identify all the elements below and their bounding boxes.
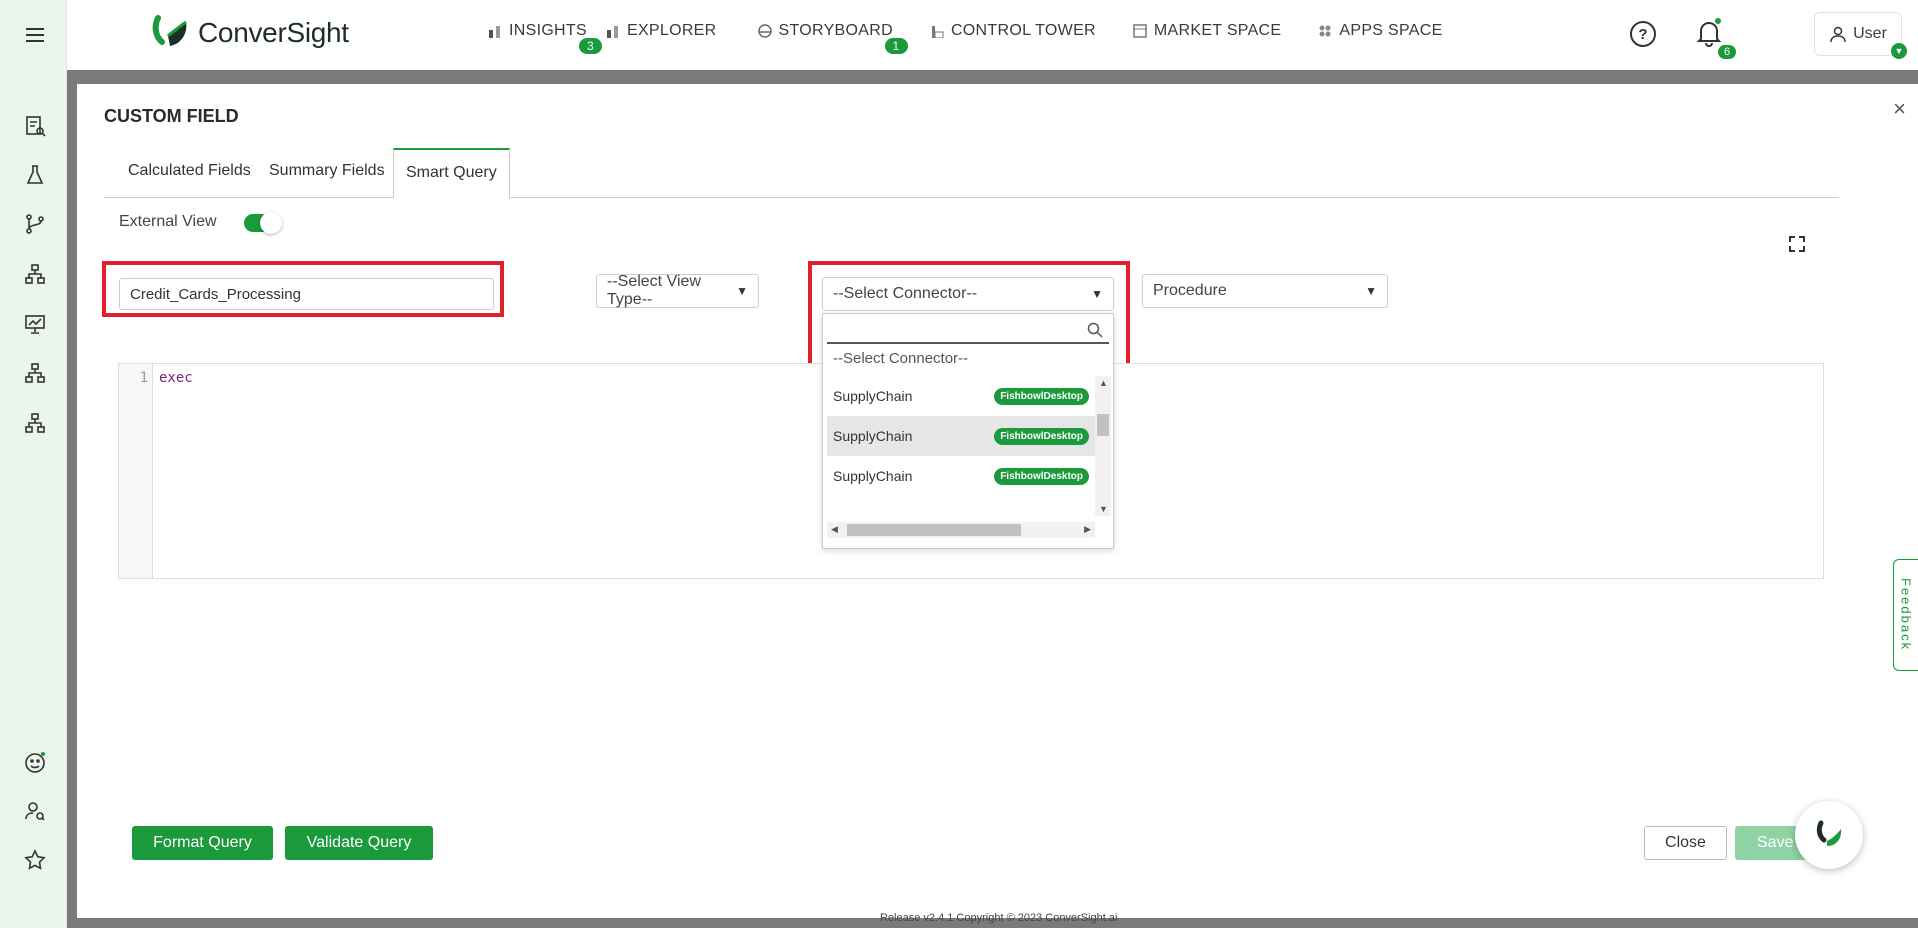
scroll-right-icon[interactable]: ▶ [1084,524,1091,535]
tab-smart-query[interactable]: Smart Query [393,148,510,199]
user-icon [1830,26,1846,43]
user-label: User [1853,25,1887,42]
line-number: 1 [119,364,153,578]
connector-tag-badge: FishbowlDesktop [994,387,1089,405]
conversight-logo-icon [1816,820,1842,846]
nav-explorer[interactable]: EXPLORER [605,22,717,40]
scroll-left-icon[interactable]: ◀ [831,524,838,535]
nav-control-tower[interactable]: CONTROL TOWER [929,22,1096,40]
connector-option-list: SupplyChain FishbowlDesktop SupplyChain … [827,376,1095,516]
connector-tag-badge: FishbowlDesktop [994,467,1089,485]
connector-option-name: SupplyChain [833,468,913,484]
connector-search-input[interactable] [827,316,1109,344]
caret-down-icon: ▼ [1365,284,1377,298]
chat-assistant-button[interactable] [1795,801,1863,869]
connector-tag-badge: FishbowlDesktop [994,427,1089,445]
modal-title: CUSTOM FIELD [104,106,239,126]
format-query-button[interactable]: Format Query [132,826,273,860]
connector-option[interactable]: SupplyChain FishbowlDesktop [827,456,1095,496]
nav-apps-space[interactable]: APPS SPACE [1317,22,1442,40]
user-menu[interactable]: User ▼ [1814,12,1907,59]
scroll-down-icon[interactable]: ▼ [1099,504,1108,514]
nav-label: APPS SPACE [1339,22,1443,39]
star-icon[interactable] [20,846,50,874]
hamburger-menu-icon[interactable] [20,21,50,49]
close-button[interactable]: Close [1644,826,1727,860]
view-type-select[interactable]: --Select View Type-- ▼ [596,273,759,308]
nav-storyboard[interactable]: STORYBOARD 1 [757,22,908,54]
nav-insights[interactable]: INSIGHTS 3 [487,22,602,54]
nav-label: STORYBOARD [778,22,893,39]
view-name-input[interactable]: Credit_Cards_Processing [119,278,494,310]
connector-label: --Select Connector-- [833,285,978,302]
connector-select[interactable]: --Select Connector-- ▼ [822,277,1114,311]
svg-text:?: ? [1638,26,1647,43]
apps-grid-icon [1317,23,1333,39]
chevron-down-icon: ▼ [1891,43,1907,59]
connector-option[interactable]: SupplyChain FishbowlDesktop [827,376,1095,416]
scroll-thumb[interactable] [1097,414,1109,436]
hierarchy-icon[interactable] [20,260,50,288]
search-icon [1087,322,1103,338]
connector-option[interactable]: SupplyChain FishbowlDesktop [827,416,1095,456]
scroll-thumb[interactable] [847,524,1021,536]
external-view-label: External View [119,213,217,230]
presentation-chart-icon[interactable] [20,310,50,338]
tab-bar: Calculated Fields Summary Fields Smart Q… [104,148,1839,199]
brand-name: ConverSight [198,17,349,48]
flask-icon[interactable] [20,161,50,189]
help-icon[interactable]: ? [1628,19,1658,54]
brand-logo[interactable]: ConverSight [152,14,349,52]
nav-market-space[interactable]: MARKET SPACE [1132,22,1281,40]
procedure-label: Procedure [1153,282,1227,299]
external-view-toggle[interactable] [244,212,282,234]
custom-field-modal: CUSTOM FIELD × Calculated Fields Summary… [77,84,1918,918]
assistant-face-icon[interactable] [20,748,50,776]
hierarchy-icon-2[interactable] [20,359,50,387]
code-text[interactable]: exec [159,370,193,386]
scroll-up-icon[interactable]: ▲ [1099,378,1108,388]
nav-label: CONTROL TOWER [950,22,1096,39]
user-search-icon[interactable] [20,797,50,825]
tab-calculated-fields[interactable]: Calculated Fields [128,162,251,180]
horizontal-scrollbar[interactable]: ◀ ▶ [827,522,1095,538]
caret-down-icon: ▼ [736,284,748,298]
connector-dropdown: --Select Connector-- SupplyChain Fishbow… [822,313,1114,549]
bar-chart-icon [605,23,621,39]
main-nav: INSIGHTS 3 EXPLORER STORYBOARD 1 CONTROL… [487,22,1461,54]
caret-down-icon: ▼ [1091,287,1103,301]
left-sidebar [0,0,67,928]
top-navbar: ConverSight INSIGHTS 3 EXPLORER STORYBOA… [67,0,1918,70]
git-branch-icon[interactable] [20,210,50,238]
connector-option-name: SupplyChain [833,388,913,404]
nav-label: EXPLORER [626,22,717,39]
connector-option-name: SupplyChain [833,428,913,444]
hierarchy-icon-3[interactable] [20,409,50,437]
market-icon [1132,23,1148,39]
bar-chart-icon [487,23,503,39]
nav-label: MARKET SPACE [1153,22,1282,39]
footer-copyright: Release v2.4.1 Copyright © 2023 ConverSi… [880,912,1118,924]
validate-query-button[interactable]: Validate Query [285,826,433,860]
storyboard-icon [757,23,773,39]
feedback-tab[interactable]: Feedback [1893,559,1918,671]
view-type-label: --Select View Type-- [607,273,701,308]
procedure-select[interactable]: Procedure ▼ [1142,274,1388,308]
report-search-icon[interactable] [20,112,50,140]
nav-badge: 3 [579,38,602,54]
vertical-scrollbar[interactable]: ▲ ▼ [1095,376,1111,516]
notification-count-badge: 6 [1718,45,1737,59]
fullscreen-icon[interactable] [1787,234,1807,254]
connector-placeholder-option[interactable]: --Select Connector-- [833,350,968,367]
nav-badge: 1 [884,38,908,54]
control-tower-icon [929,23,945,39]
close-icon[interactable]: × [1893,96,1906,122]
tab-summary-fields[interactable]: Summary Fields [269,162,385,180]
nav-label: INSIGHTS [509,22,587,39]
conversight-logo-icon [152,15,187,46]
